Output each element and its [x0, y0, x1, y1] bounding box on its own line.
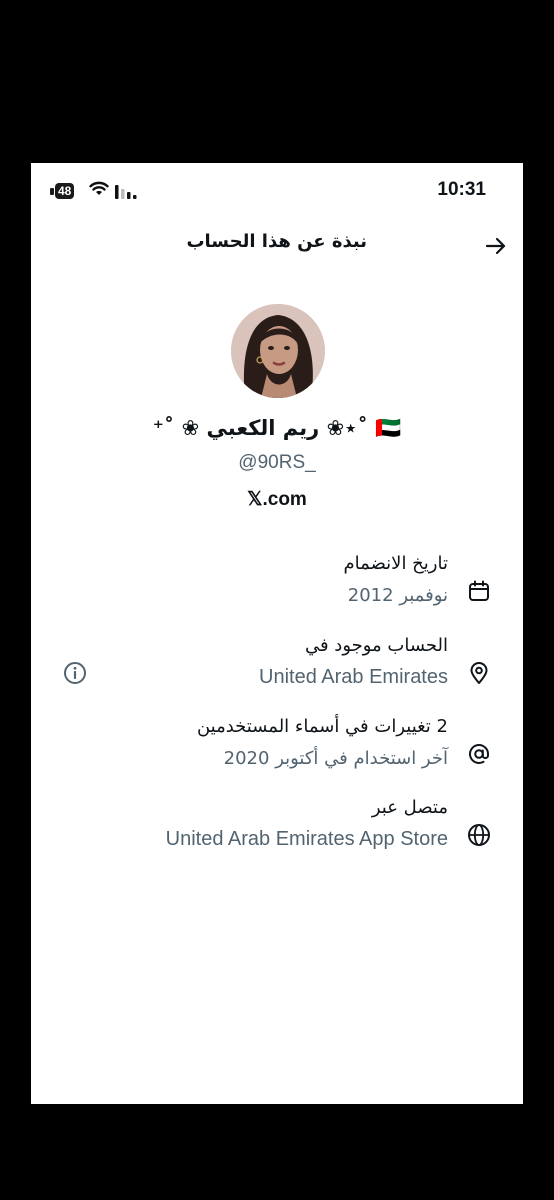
row-value: آخر استخدام في أكتوبر 2020 [223, 748, 448, 769]
status-time: 10:31 [437, 179, 486, 200]
at-sign-icon [469, 744, 489, 764]
calendar-icon [469, 580, 489, 601]
row-value: United Arab Emirates [259, 666, 448, 688]
battery-indicator: 48 [55, 183, 75, 199]
row-title: متصل عبر [371, 797, 448, 818]
header: نبذة عن هذا الحساب [31, 221, 523, 271]
wifi-icon [89, 181, 109, 195]
location-pin-icon [470, 662, 488, 684]
handle: @90RS_ [238, 452, 316, 473]
site-label: 𝕏.com [247, 489, 307, 510]
back-arrow-icon[interactable] [483, 233, 509, 259]
row-value: United Arab Emirates App Store [165, 828, 448, 850]
avatar-portrait-image [231, 304, 325, 398]
row-title: 2 تغييرات في أسماء المستخدمين [196, 716, 448, 737]
row-title: الحساب موجود في [304, 635, 448, 656]
row-title: تاريخ الانضمام [343, 553, 448, 574]
info-row-username-changes: 2 تغييرات في أسماء المستخدمين آخر استخدا… [31, 716, 523, 786]
globe-icon [468, 824, 490, 846]
page-title: نبذة عن هذا الحساب [186, 231, 367, 252]
about-account-screen: 48 10:31 نبذة عن هذا الحساب ⁺˚ ❀ ريم الك… [31, 163, 523, 1104]
battery-tip-icon [50, 188, 54, 195]
info-icon[interactable] [63, 661, 87, 685]
display-name: ⁺˚ ❀ ريم الكعبي ❀⋆˚ 🇦🇪 [152, 416, 402, 440]
status-bar: 48 10:31 [31, 163, 523, 221]
cellular-signal-icon [115, 185, 137, 199]
info-row-joined: تاريخ الانضمام نوفمبر 2012 [31, 553, 523, 623]
info-row-connected-via: متصل عبر United Arab Emirates App Store [31, 797, 523, 867]
avatar[interactable] [231, 304, 325, 398]
info-row-location: الحساب موجود في United Arab Emirates [31, 635, 523, 705]
row-value: نوفمبر 2012 [347, 585, 448, 606]
